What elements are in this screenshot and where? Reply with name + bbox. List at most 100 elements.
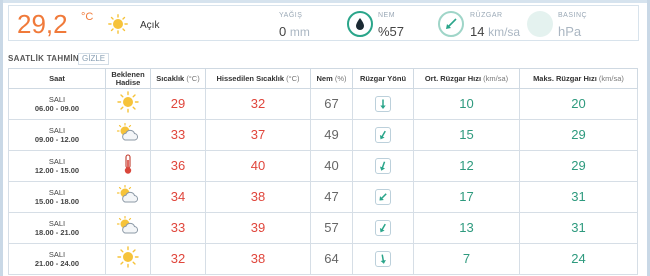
event-cell <box>105 150 151 182</box>
header-wind-dir: Rüzgar Yönü <box>352 68 414 89</box>
header-avg-wind-unit: (km/sa) <box>483 73 509 83</box>
wind-dir-cell <box>352 150 414 182</box>
event-cell <box>105 181 151 213</box>
humidity-cell: 64 <box>310 243 353 275</box>
table-row: SALI 12.00 - 15.00 36 40 40 12 29 <box>8 150 638 182</box>
top-border <box>0 0 650 3</box>
header-humidity-label: Nem <box>316 73 333 83</box>
feels-like-value: 37 <box>250 127 266 142</box>
humidity-value: 40 <box>324 158 339 173</box>
temp-cell: 32 <box>150 243 206 275</box>
max-wind-value: 29 <box>571 127 586 142</box>
temp-cell: 33 <box>150 119 206 151</box>
sun-icon <box>117 245 139 272</box>
header-temp-unit: (°C) <box>186 73 200 83</box>
wind-arrow-icon <box>375 250 391 267</box>
rain-value: 0 mm <box>279 24 310 39</box>
humidity-drop-icon <box>347 11 373 37</box>
header-feels-label: Hissedilen Sıcaklık <box>216 73 285 83</box>
time-cell: SALI 06.00 - 09.00 <box>8 88 106 120</box>
time-range: 18.00 - 21.00 <box>34 228 80 237</box>
humidity-cell: 57 <box>310 212 353 244</box>
feels-cell: 39 <box>205 212 311 244</box>
day-label: SALI <box>48 188 66 197</box>
header-max-wind-label: Maks. Rüzgar Hızı <box>533 73 597 83</box>
wind-dir-cell <box>352 212 414 244</box>
partly-cloudy-icon <box>116 184 140 209</box>
max-wind-value: 31 <box>571 189 586 204</box>
wind-direction-icon <box>438 11 464 37</box>
rain-label: YAĞIŞ <box>279 12 303 19</box>
hide-button[interactable]: GİZLE <box>78 53 110 65</box>
avg-wind-value: 13 <box>459 220 474 235</box>
humidity-cell: 40 <box>310 150 353 182</box>
time-cell: SALI 21.00 - 24.00 <box>8 243 106 275</box>
pressure-label: BASINÇ <box>558 12 588 19</box>
header-feels-unit: (°C) <box>286 73 300 83</box>
temp-cell: 33 <box>150 212 206 244</box>
max-wind-cell: 31 <box>519 181 638 213</box>
wind-arrow-icon <box>375 95 391 112</box>
header-temp: Sıcaklık (°C) <box>150 68 206 89</box>
table-row: SALI 15.00 - 18.00 34 38 47 17 31 <box>8 181 638 213</box>
table-header-row: Saat Beklenen Hadise Sıcaklık (°C) Hissed… <box>8 68 638 89</box>
time-range: 06.00 - 09.00 <box>34 104 80 113</box>
time-range: 12.00 - 15.00 <box>34 166 80 175</box>
wind-arrow-icon <box>375 219 391 236</box>
header-max-wind-unit: (km/sa) <box>598 73 624 83</box>
partly-cloudy-icon <box>116 122 140 147</box>
table-row: SALI 18.00 - 21.00 33 39 57 13 31 <box>8 212 638 244</box>
time-cell: SALI 15.00 - 18.00 <box>8 181 106 213</box>
max-wind-cell: 29 <box>519 119 638 151</box>
max-wind-value: 29 <box>571 158 586 173</box>
time-cell: SALI 09.00 - 12.00 <box>8 119 106 151</box>
humidity-cell: 67 <box>310 88 353 120</box>
event-cell <box>105 119 151 151</box>
header-event-line2: Hadise <box>115 77 141 87</box>
sun-icon <box>117 90 139 117</box>
header-feels: Hissedilen Sıcaklık (°C) <box>205 68 311 89</box>
header-max-wind: Maks. Rüzgar Hızı (km/sa) <box>519 68 638 89</box>
temp-cell: 36 <box>150 150 206 182</box>
wind-value: 14 km/sa <box>470 24 520 39</box>
rain-amount: 0 <box>279 24 287 39</box>
wind-dir-cell <box>352 88 414 120</box>
humidity-cell: 49 <box>310 119 353 151</box>
header-temp-label: Sıcaklık <box>156 73 185 83</box>
current-temperature: 29,2 <box>17 9 68 39</box>
max-wind-cell: 31 <box>519 212 638 244</box>
feels-like-value: 32 <box>250 96 266 111</box>
wind-dir-cell <box>352 243 414 275</box>
avg-wind-cell: 12 <box>413 150 520 182</box>
avg-wind-cell: 10 <box>413 88 520 120</box>
wind-label: RÜZGAR <box>470 12 503 19</box>
humidity-value: %57 <box>378 24 405 39</box>
feels-cell: 40 <box>205 150 311 182</box>
feels-like-value: 40 <box>250 158 266 173</box>
wind-arrow-icon <box>375 188 391 205</box>
humidity-value: 49 <box>324 127 339 142</box>
feels-like-value: 38 <box>250 189 266 204</box>
wind-unit: km/sa <box>488 25 521 39</box>
max-wind-value: 24 <box>571 251 586 266</box>
header-time: Saat <box>8 68 106 89</box>
temp-cell: 34 <box>150 181 206 213</box>
section-title: SAATLİK TAHMİN <box>8 54 80 63</box>
temperature-value: 34 <box>170 189 186 204</box>
avg-wind-cell: 13 <box>413 212 520 244</box>
day-label: SALI <box>48 95 66 104</box>
temperature-value: 36 <box>170 158 186 173</box>
temperature-value: 29 <box>170 96 186 111</box>
temp-cell: 29 <box>150 88 206 120</box>
time-range: 09.00 - 12.00 <box>34 135 80 144</box>
partly-cloudy-icon <box>116 215 140 240</box>
time-range: 15.00 - 18.00 <box>34 197 80 206</box>
time-cell: SALI 12.00 - 15.00 <box>8 150 106 182</box>
avg-wind-cell: 7 <box>413 243 520 275</box>
humidity-value: 57 <box>324 220 339 235</box>
avg-wind-value: 15 <box>459 127 474 142</box>
day-label: SALI <box>48 157 66 166</box>
pressure-value: hPa <box>558 24 582 39</box>
feels-like-value: 39 <box>250 220 266 235</box>
temperature-value: 33 <box>170 220 186 235</box>
